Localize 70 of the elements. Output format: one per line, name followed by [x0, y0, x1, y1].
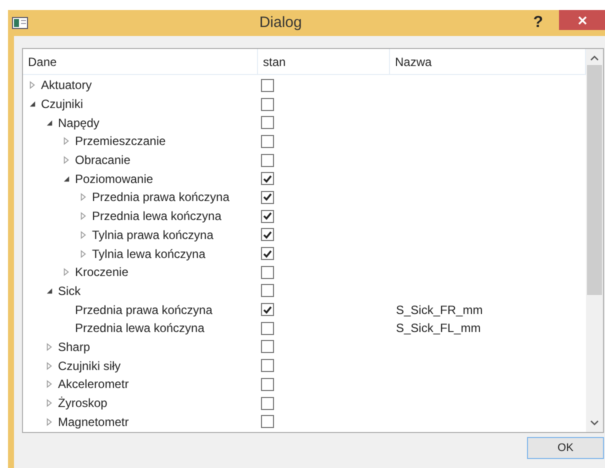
- checkbox[interactable]: [261, 154, 274, 167]
- window-icon: [12, 17, 28, 29]
- tree-item[interactable]: Akcelerometr: [58, 375, 129, 394]
- expanded-arrow-icon[interactable]: [29, 100, 36, 108]
- collapsed-arrow-icon[interactable]: [46, 342, 53, 351]
- tree-item[interactable]: Magnetometr: [58, 412, 129, 431]
- checkbox[interactable]: [261, 98, 274, 111]
- checkbox[interactable]: [261, 396, 274, 410]
- collapsed-arrow-icon[interactable]: [80, 230, 87, 239]
- tree-item[interactable]: Obracanie: [75, 151, 130, 170]
- tree-item[interactable]: Żyroskop: [58, 394, 108, 412]
- column-header[interactable]: Dane: [28, 52, 57, 70]
- checkbox[interactable]: [261, 322, 274, 335]
- tree-item[interactable]: Przednia lewa kończyna: [92, 207, 222, 226]
- checkbox[interactable]: [261, 78, 274, 92]
- tree-item[interactable]: Czujniki siły: [58, 356, 121, 375]
- checkbox[interactable]: [261, 210, 274, 223]
- collapsed-arrow-icon[interactable]: [63, 137, 70, 146]
- tree-item[interactable]: Przednia prawa kończyna: [75, 300, 212, 319]
- collapsed-arrow-icon[interactable]: [46, 380, 53, 388]
- tree-item[interactable]: Poziomowanie: [75, 170, 154, 188]
- expanded-arrow-icon[interactable]: [46, 118, 53, 127]
- close-button[interactable]: [559, 10, 605, 30]
- table-cell: S_Sick_FR_mm: [396, 302, 483, 317]
- expanded-arrow-icon[interactable]: [63, 174, 70, 183]
- checkbox[interactable]: [261, 228, 274, 242]
- checkbox[interactable]: [261, 134, 274, 148]
- scrollbar-thumb[interactable]: [587, 65, 602, 295]
- ok-button[interactable]: OK: [527, 437, 604, 459]
- collapsed-arrow-icon[interactable]: [80, 250, 87, 258]
- close-icon: [578, 16, 586, 24]
- collapsed-arrow-icon[interactable]: [80, 212, 87, 220]
- checkbox[interactable]: [261, 116, 274, 130]
- window-title: Dialog: [259, 12, 302, 33]
- checkbox[interactable]: [261, 340, 274, 354]
- scrollbar[interactable]: [586, 49, 603, 432]
- checkbox[interactable]: [261, 359, 274, 372]
- help-button[interactable]: ?: [533, 11, 543, 35]
- tree-item[interactable]: Napędy: [58, 114, 100, 132]
- scroll-down-icon[interactable]: [590, 420, 599, 426]
- collapsed-arrow-icon[interactable]: [46, 362, 53, 370]
- scroll-up-icon[interactable]: [590, 55, 599, 61]
- checkbox[interactable]: [261, 284, 274, 298]
- collapsed-arrow-icon[interactable]: [46, 418, 53, 426]
- collapsed-arrow-icon[interactable]: [46, 399, 53, 408]
- column-header[interactable]: stan: [263, 52, 286, 70]
- collapsed-arrow-icon[interactable]: [80, 193, 87, 202]
- expanded-arrow-icon[interactable]: [46, 286, 53, 295]
- checkbox[interactable]: [261, 172, 274, 186]
- tree-item[interactable]: Tylnia prawa kończyna: [92, 226, 214, 244]
- tree-item[interactable]: Tylnia lewa kończyna: [92, 244, 206, 263]
- checkbox[interactable]: [261, 247, 274, 260]
- checkbox[interactable]: [261, 378, 274, 391]
- checkbox[interactable]: [261, 303, 274, 316]
- checkbox[interactable]: [261, 415, 274, 428]
- tree-item[interactable]: Przemieszczanie: [75, 132, 166, 150]
- collapsed-arrow-icon[interactable]: [63, 268, 70, 276]
- table-cell: S_Sick_FL_mm: [396, 321, 481, 336]
- tree-item[interactable]: Sick: [58, 282, 81, 300]
- tree-item[interactable]: Kroczenie: [75, 263, 128, 282]
- tree-item[interactable]: Przednia lewa kończyna: [75, 319, 204, 338]
- collapsed-arrow-icon[interactable]: [63, 156, 70, 164]
- checkbox[interactable]: [261, 190, 274, 204]
- tree-item[interactable]: Czujniki: [41, 95, 84, 114]
- collapsed-arrow-icon[interactable]: [29, 81, 36, 90]
- checkbox[interactable]: [261, 266, 274, 279]
- tree-item[interactable]: Aktuatory: [41, 76, 92, 94]
- tree-item[interactable]: Sharp: [58, 338, 90, 356]
- column-header[interactable]: Nazwa: [395, 52, 432, 70]
- tree-item[interactable]: Przednia prawa kończyna: [92, 188, 230, 206]
